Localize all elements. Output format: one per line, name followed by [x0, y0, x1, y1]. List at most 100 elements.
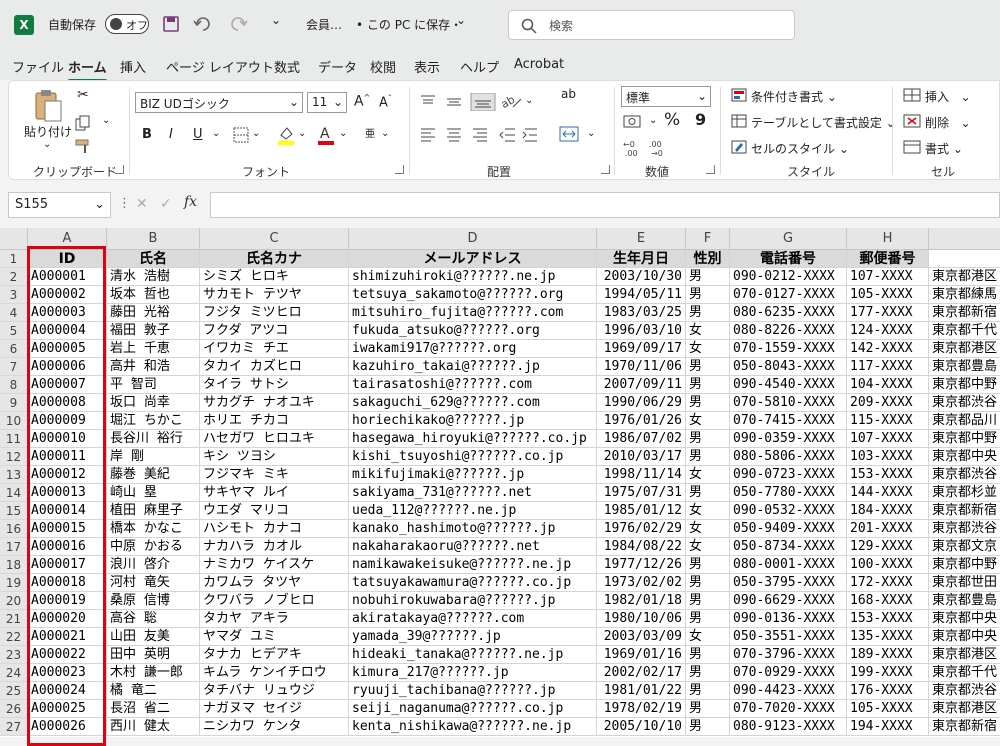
- table-cell[interactable]: 070-0929-XXXX: [730, 664, 847, 682]
- table-cell[interactable]: fukuda_atsuko@??????.org: [349, 322, 597, 340]
- table-cell[interactable]: 1990/06/29: [597, 394, 686, 412]
- table-cell[interactable]: A000005: [28, 340, 107, 358]
- table-cell[interactable]: 東京都中央: [929, 628, 1000, 646]
- row-header[interactable]: 26: [0, 700, 28, 718]
- table-cell[interactable]: 田中 英明: [107, 646, 200, 664]
- accounting-format-icon[interactable]: [623, 114, 643, 130]
- table-cell[interactable]: 東京都杉並: [929, 484, 1000, 502]
- table-cell[interactable]: mitsuhiro_fujita@??????.com: [349, 304, 597, 322]
- table-cell[interactable]: 高井 和浩: [107, 358, 200, 376]
- table-cell[interactable]: キシ ツヨシ: [200, 448, 349, 466]
- table-cell[interactable]: 177-XXXX: [847, 304, 929, 322]
- table-cell[interactable]: 1969/09/17: [597, 340, 686, 358]
- column-header-h[interactable]: H: [847, 228, 929, 250]
- column-header-d[interactable]: D: [349, 228, 597, 250]
- table-cell[interactable]: 1981/01/22: [597, 682, 686, 700]
- table-cell[interactable]: 070-5810-XXXX: [730, 394, 847, 412]
- cut-icon[interactable]: ✂: [77, 87, 89, 103]
- table-cell[interactable]: 090-6629-XXXX: [730, 592, 847, 610]
- table-cell[interactable]: ryuuji_tachibana@??????.jp: [349, 682, 597, 700]
- table-cell[interactable]: A000012: [28, 466, 107, 484]
- paste-chevron-icon[interactable]: ⌄: [43, 139, 51, 150]
- table-cell[interactable]: 東京都港区: [929, 268, 1000, 286]
- table-cell[interactable]: 2010/03/17: [597, 448, 686, 466]
- font-color-chevron-icon[interactable]: ⌄: [339, 128, 347, 139]
- row-header[interactable]: 7: [0, 358, 28, 376]
- table-cell[interactable]: 東京都豊島: [929, 358, 1000, 376]
- table-cell[interactable]: 男: [686, 682, 730, 700]
- header-cell[interactable]: 電話番号: [730, 250, 847, 268]
- table-cell[interactable]: 135-XXXX: [847, 628, 929, 646]
- table-cell[interactable]: 男: [686, 610, 730, 628]
- table-cell[interactable]: タチバナ リュウジ: [200, 682, 349, 700]
- italic-button[interactable]: I: [169, 127, 173, 142]
- underline-chevron-icon[interactable]: ⌄: [212, 128, 220, 139]
- table-cell[interactable]: 080-0001-XXXX: [730, 556, 847, 574]
- table-cell[interactable]: horiechikako@??????.jp: [349, 412, 597, 430]
- table-cell[interactable]: 清水 浩樹: [107, 268, 200, 286]
- percent-icon[interactable]: %: [664, 110, 680, 130]
- header-cell[interactable]: メールアドレス: [349, 250, 597, 268]
- table-cell[interactable]: 植田 麻里子: [107, 502, 200, 520]
- table-cell[interactable]: 1970/11/06: [597, 358, 686, 376]
- table-cell[interactable]: seiji_naganuma@??????.co.jp: [349, 700, 597, 718]
- table-cell[interactable]: A000021: [28, 628, 107, 646]
- table-cell[interactable]: sakaguchi_629@??????.com: [349, 394, 597, 412]
- phonetic-icon[interactable]: 亜: [365, 125, 375, 140]
- header-cell[interactable]: 氏名カナ: [200, 250, 349, 268]
- tab-page-layout[interactable]: ページ レイアウト: [166, 57, 274, 76]
- table-cell[interactable]: 070-7415-XXXX: [730, 412, 847, 430]
- format-cells-button[interactable]: 書式 ⌄: [925, 140, 963, 157]
- formula-input[interactable]: [210, 192, 1000, 218]
- table-cell[interactable]: 男: [686, 592, 730, 610]
- table-cell[interactable]: タカイ カズヒロ: [200, 358, 349, 376]
- table-cell[interactable]: 女: [686, 628, 730, 646]
- table-cell[interactable]: ハシモト カナコ: [200, 520, 349, 538]
- table-cell[interactable]: 東京都世田: [929, 574, 1000, 592]
- table-cell[interactable]: 平 智司: [107, 376, 200, 394]
- merge-chevron-icon[interactable]: ⌄: [587, 128, 595, 139]
- table-cell[interactable]: フクダ アツコ: [200, 322, 349, 340]
- more-options-icon[interactable]: ⋮: [118, 196, 131, 211]
- table-cell[interactable]: タイラ サトシ: [200, 376, 349, 394]
- header-cell[interactable]: ID: [28, 250, 107, 268]
- table-cell[interactable]: 2003/10/30: [597, 268, 686, 286]
- table-cell[interactable]: 1976/02/29: [597, 520, 686, 538]
- header-cell[interactable]: 性別: [686, 250, 730, 268]
- table-cell[interactable]: kimura_217@??????.jp: [349, 664, 597, 682]
- table-cell[interactable]: 105-XXXX: [847, 700, 929, 718]
- table-cell[interactable]: 050-9409-XXXX: [730, 520, 847, 538]
- cell-styles-icon[interactable]: [731, 140, 747, 154]
- table-cell[interactable]: 199-XXXX: [847, 664, 929, 682]
- table-cell[interactable]: 172-XXXX: [847, 574, 929, 592]
- row-header[interactable]: 3: [0, 286, 28, 304]
- table-cell[interactable]: 木村 謙一郎: [107, 664, 200, 682]
- table-cell[interactable]: 050-7780-XXXX: [730, 484, 847, 502]
- table-cell[interactable]: 男: [686, 394, 730, 412]
- table-cell[interactable]: 男: [686, 430, 730, 448]
- table-cell[interactable]: 142-XXXX: [847, 340, 929, 358]
- table-cell[interactable]: 藤巻 美紀: [107, 466, 200, 484]
- table-cell[interactable]: tairasatoshi@??????.com: [349, 376, 597, 394]
- table-cell[interactable]: 男: [686, 376, 730, 394]
- format-painter-icon[interactable]: [75, 139, 93, 155]
- table-cell[interactable]: ハセガワ ヒロユキ: [200, 430, 349, 448]
- undo-icon[interactable]: [193, 16, 213, 32]
- table-cell[interactable]: 男: [686, 484, 730, 502]
- tab-insert[interactable]: 挿入: [120, 57, 146, 76]
- row-header[interactable]: 11: [0, 430, 28, 448]
- table-cell[interactable]: 男: [686, 700, 730, 718]
- table-cell[interactable]: 1998/11/14: [597, 466, 686, 484]
- save-location-chevron-icon[interactable]: ⌄: [456, 13, 466, 27]
- table-cell[interactable]: 100-XXXX: [847, 556, 929, 574]
- table-cell[interactable]: 144-XXXX: [847, 484, 929, 502]
- phonetic-chevron-icon[interactable]: ⌄: [381, 128, 389, 139]
- table-cell[interactable]: 東京都渋谷: [929, 682, 1000, 700]
- table-cell[interactable]: 1978/02/19: [597, 700, 686, 718]
- table-cell[interactable]: A000015: [28, 520, 107, 538]
- font-name-select[interactable]: BIZ UDゴシック ⌄: [135, 92, 303, 113]
- row-header[interactable]: 17: [0, 538, 28, 556]
- table-cell[interactable]: 107-XXXX: [847, 430, 929, 448]
- table-cell[interactable]: 070-0127-XXXX: [730, 286, 847, 304]
- table-cell[interactable]: A000006: [28, 358, 107, 376]
